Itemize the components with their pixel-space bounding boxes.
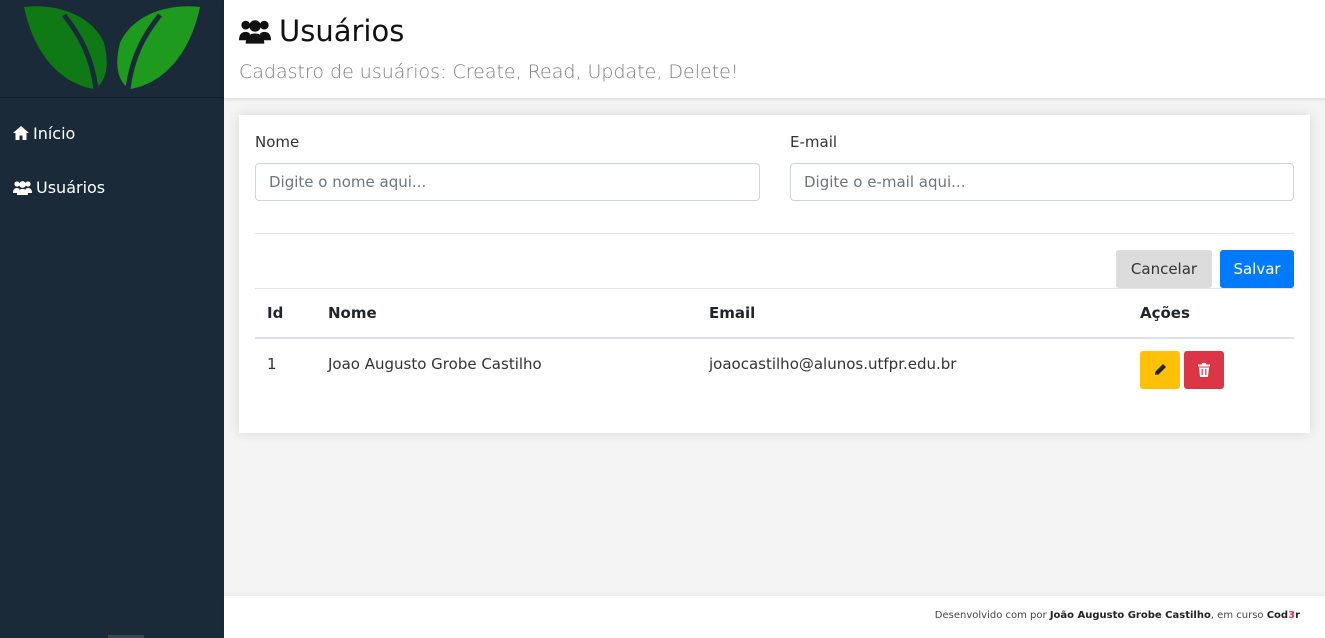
footer-brand-c: r [1295, 610, 1300, 621]
sidebar-item-label: Início [33, 123, 76, 143]
cell-nome: Joao Augusto Grobe Castilho [328, 354, 542, 373]
footer-brand-a: Cod [1266, 610, 1289, 621]
sidebar: Início Usuários [0, 0, 224, 638]
logo[interactable] [0, 0, 224, 98]
users-icon [239, 20, 271, 44]
footer-prefix: Desenvolvido com [934, 610, 1031, 621]
footer-by: por [1030, 610, 1050, 621]
edit-button[interactable] [1140, 350, 1180, 389]
sidebar-nav: Início Usuários [0, 98, 224, 214]
email-label: E-mail [790, 133, 838, 151]
footer-author: João Augusto Grobe Castilho [1049, 610, 1211, 621]
page-title: Usuários [239, 14, 404, 48]
page-subtitle: Cadastro de usuários: Create, Read, Upda… [239, 61, 739, 83]
footer-middle: , em curso [1210, 610, 1267, 621]
form-divider [255, 233, 1294, 234]
email-input[interactable] [790, 163, 1294, 201]
cell-email: joaocastilho@alunos.utfpr.edu.br [709, 354, 957, 373]
pencil-icon [1154, 364, 1166, 375]
leaf-logo-icon [24, 5, 200, 89]
cell-actions [1128, 338, 1294, 389]
name-label: Nome [255, 133, 300, 151]
page-header: Usuários Cadastro de usuários: Create, R… [224, 0, 1325, 98]
footer-credit: Desenvolvido com por João Augusto Grobe … [935, 610, 1300, 621]
table-header-row: Id Nome Email Ações [255, 288, 1294, 339]
cancel-button[interactable]: Cancelar [1116, 250, 1212, 288]
column-header-id: Id [255, 288, 316, 339]
trash-icon [1198, 362, 1210, 377]
delete-button[interactable] [1184, 350, 1224, 389]
column-header-email: Email [697, 288, 1128, 339]
table-row: 1 Joao Augusto Grobe Castilho joaocastil… [255, 338, 1294, 389]
cell-id: 1 [267, 354, 277, 373]
save-button[interactable]: Salvar [1220, 250, 1294, 288]
column-header-acoes: Ações [1128, 288, 1294, 339]
user-form-card: Nome E-mail Cancelar Salvar Id Nome Emai… [239, 115, 1310, 433]
users-table: Id Nome Email Ações 1 Joao Augusto Grobe… [255, 288, 1294, 389]
name-input[interactable] [255, 163, 760, 201]
users-icon [13, 180, 32, 195]
sidebar-item-label: Usuários [36, 177, 106, 197]
column-header-nome: Nome [316, 288, 697, 339]
home-icon [13, 126, 29, 140]
page-footer: Desenvolvido com por João Augusto Grobe … [224, 596, 1325, 638]
page-title-text: Usuários [279, 14, 405, 48]
sidebar-item-inicio[interactable]: Início [0, 106, 224, 160]
sidebar-item-usuarios[interactable]: Usuários [0, 160, 224, 214]
